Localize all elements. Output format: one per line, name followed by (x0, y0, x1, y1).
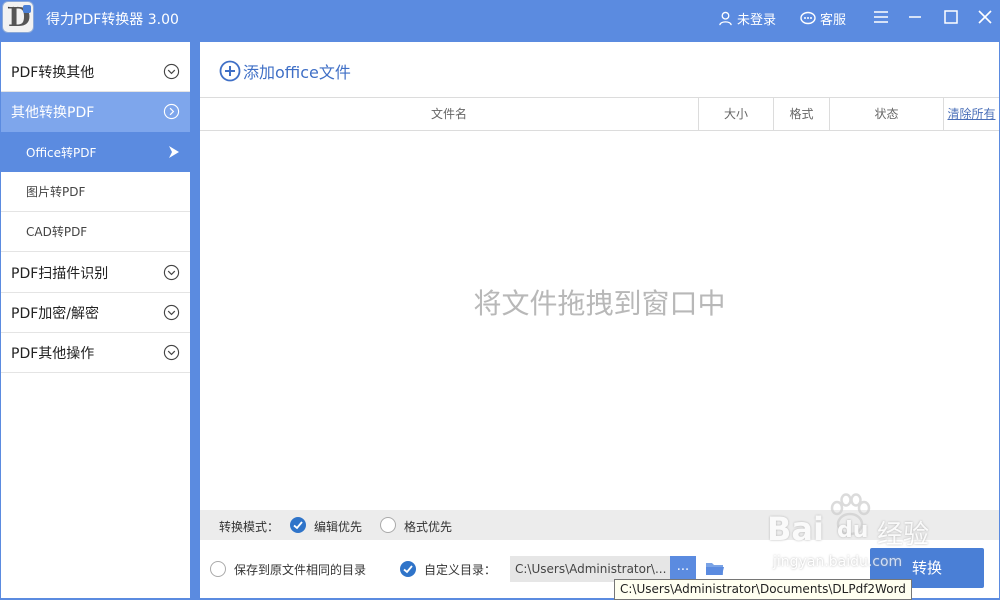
chevron-down-icon (163, 344, 180, 361)
custom-dir-radio[interactable] (400, 561, 416, 577)
chevron-right-icon (163, 103, 180, 120)
sidebar-item-label: Office转PDF (26, 145, 97, 160)
login-label: 未登录 (737, 13, 777, 28)
arrow-right-icon (169, 146, 179, 158)
mode-label: 转换模式： (219, 520, 280, 534)
clear-all-label: 清除所有 (947, 107, 996, 121)
main-panel: 添加office文件 文件名 大小 格式 状态 清除所有 将文件拖拽到窗口中 转… (200, 42, 999, 598)
sidebar-item-image-to-pdf[interactable]: 图片转PDF (1, 172, 190, 212)
sidebar-group-other-to-pdf[interactable]: 其他转换PDF (1, 92, 190, 132)
sidebar-group-label: PDF其他操作 (11, 345, 95, 362)
conversion-mode-bar: 转换模式： 编辑优先 格式优先 (200, 510, 999, 540)
sidebar-group-scan-ocr[interactable]: PDF扫描件识别 (1, 253, 190, 293)
chevron-down-icon (163, 63, 180, 80)
sidebar-group-pdf-to-other[interactable]: PDF转换其他 (1, 52, 190, 92)
maximize-icon[interactable] (942, 8, 960, 26)
user-icon (719, 11, 732, 26)
login-button[interactable]: 未登录 (718, 9, 776, 28)
service-button[interactable]: 客服 (800, 9, 846, 28)
logo-badge (23, 5, 31, 13)
app-title: 得力PDF转换器 3.00 (46, 12, 179, 28)
sidebar-item-cad-to-pdf[interactable]: CAD转PDF (1, 212, 190, 252)
plus-circle-icon (219, 60, 241, 82)
same-dir-label: 保存到原文件相同的目录 (234, 563, 367, 577)
path-tooltip: C:\Users\Administrator\Documents\DLPdf2W… (614, 579, 912, 600)
app-logo: ••• D (2, 1, 34, 33)
file-table-header: 文件名 大小 格式 状态 清除所有 (200, 97, 999, 131)
mode-format-radio[interactable] (380, 517, 396, 533)
mode-format-label: 格式优先 (404, 520, 453, 534)
sidebar-item-label: CAD转PDF (26, 225, 88, 239)
minimize-icon[interactable] (906, 8, 924, 26)
clear-all-link[interactable]: 清除所有 (943, 98, 999, 130)
folder-icon[interactable] (705, 560, 725, 577)
sidebar: PDF转换其他 其他转换PDF Office转PDF 图片转PDF CAD转PD… (1, 42, 190, 598)
same-dir-radio[interactable] (210, 561, 226, 577)
sidebar-item-office-to-pdf[interactable]: Office转PDF (1, 132, 190, 172)
sidebar-group-encrypt[interactable]: PDF加密/解密 (1, 293, 190, 333)
column-size[interactable]: 大小 (698, 98, 773, 130)
drop-zone-hint: 将文件拖拽到窗口中 (473, 287, 726, 320)
check-icon (403, 565, 413, 574)
close-icon[interactable] (976, 8, 994, 26)
title-bar: ••• D 得力PDF转换器 3.00 未登录 客服 (0, 0, 1000, 36)
custom-dir-label: 自定义目录： (424, 563, 497, 577)
add-button-label: 添加office文件 (243, 63, 351, 82)
column-format[interactable]: 格式 (773, 98, 829, 130)
sidebar-group-label: 其他转换PDF (11, 105, 95, 121)
sidebar-group-label: PDF加密/解密 (11, 305, 99, 322)
sidebar-item-label: 图片转PDF (26, 185, 86, 199)
column-status[interactable]: 状态 (829, 98, 943, 130)
chat-icon (800, 11, 816, 25)
service-label: 客服 (820, 13, 847, 28)
add-office-file-button[interactable]: 添加office文件 (219, 59, 351, 83)
column-filename[interactable]: 文件名 (200, 98, 698, 130)
mode-edit-label: 编辑优先 (314, 520, 363, 534)
sidebar-group-label: PDF转换其他 (11, 64, 95, 81)
chevron-down-icon (163, 264, 180, 281)
chevron-down-icon (163, 304, 180, 321)
sidebar-group-label: PDF扫描件识别 (11, 265, 109, 282)
menu-icon[interactable] (872, 8, 890, 26)
mode-edit-radio[interactable] (290, 517, 306, 533)
check-icon (293, 521, 303, 530)
sidebar-group-other-ops[interactable]: PDF其他操作 (1, 333, 190, 373)
